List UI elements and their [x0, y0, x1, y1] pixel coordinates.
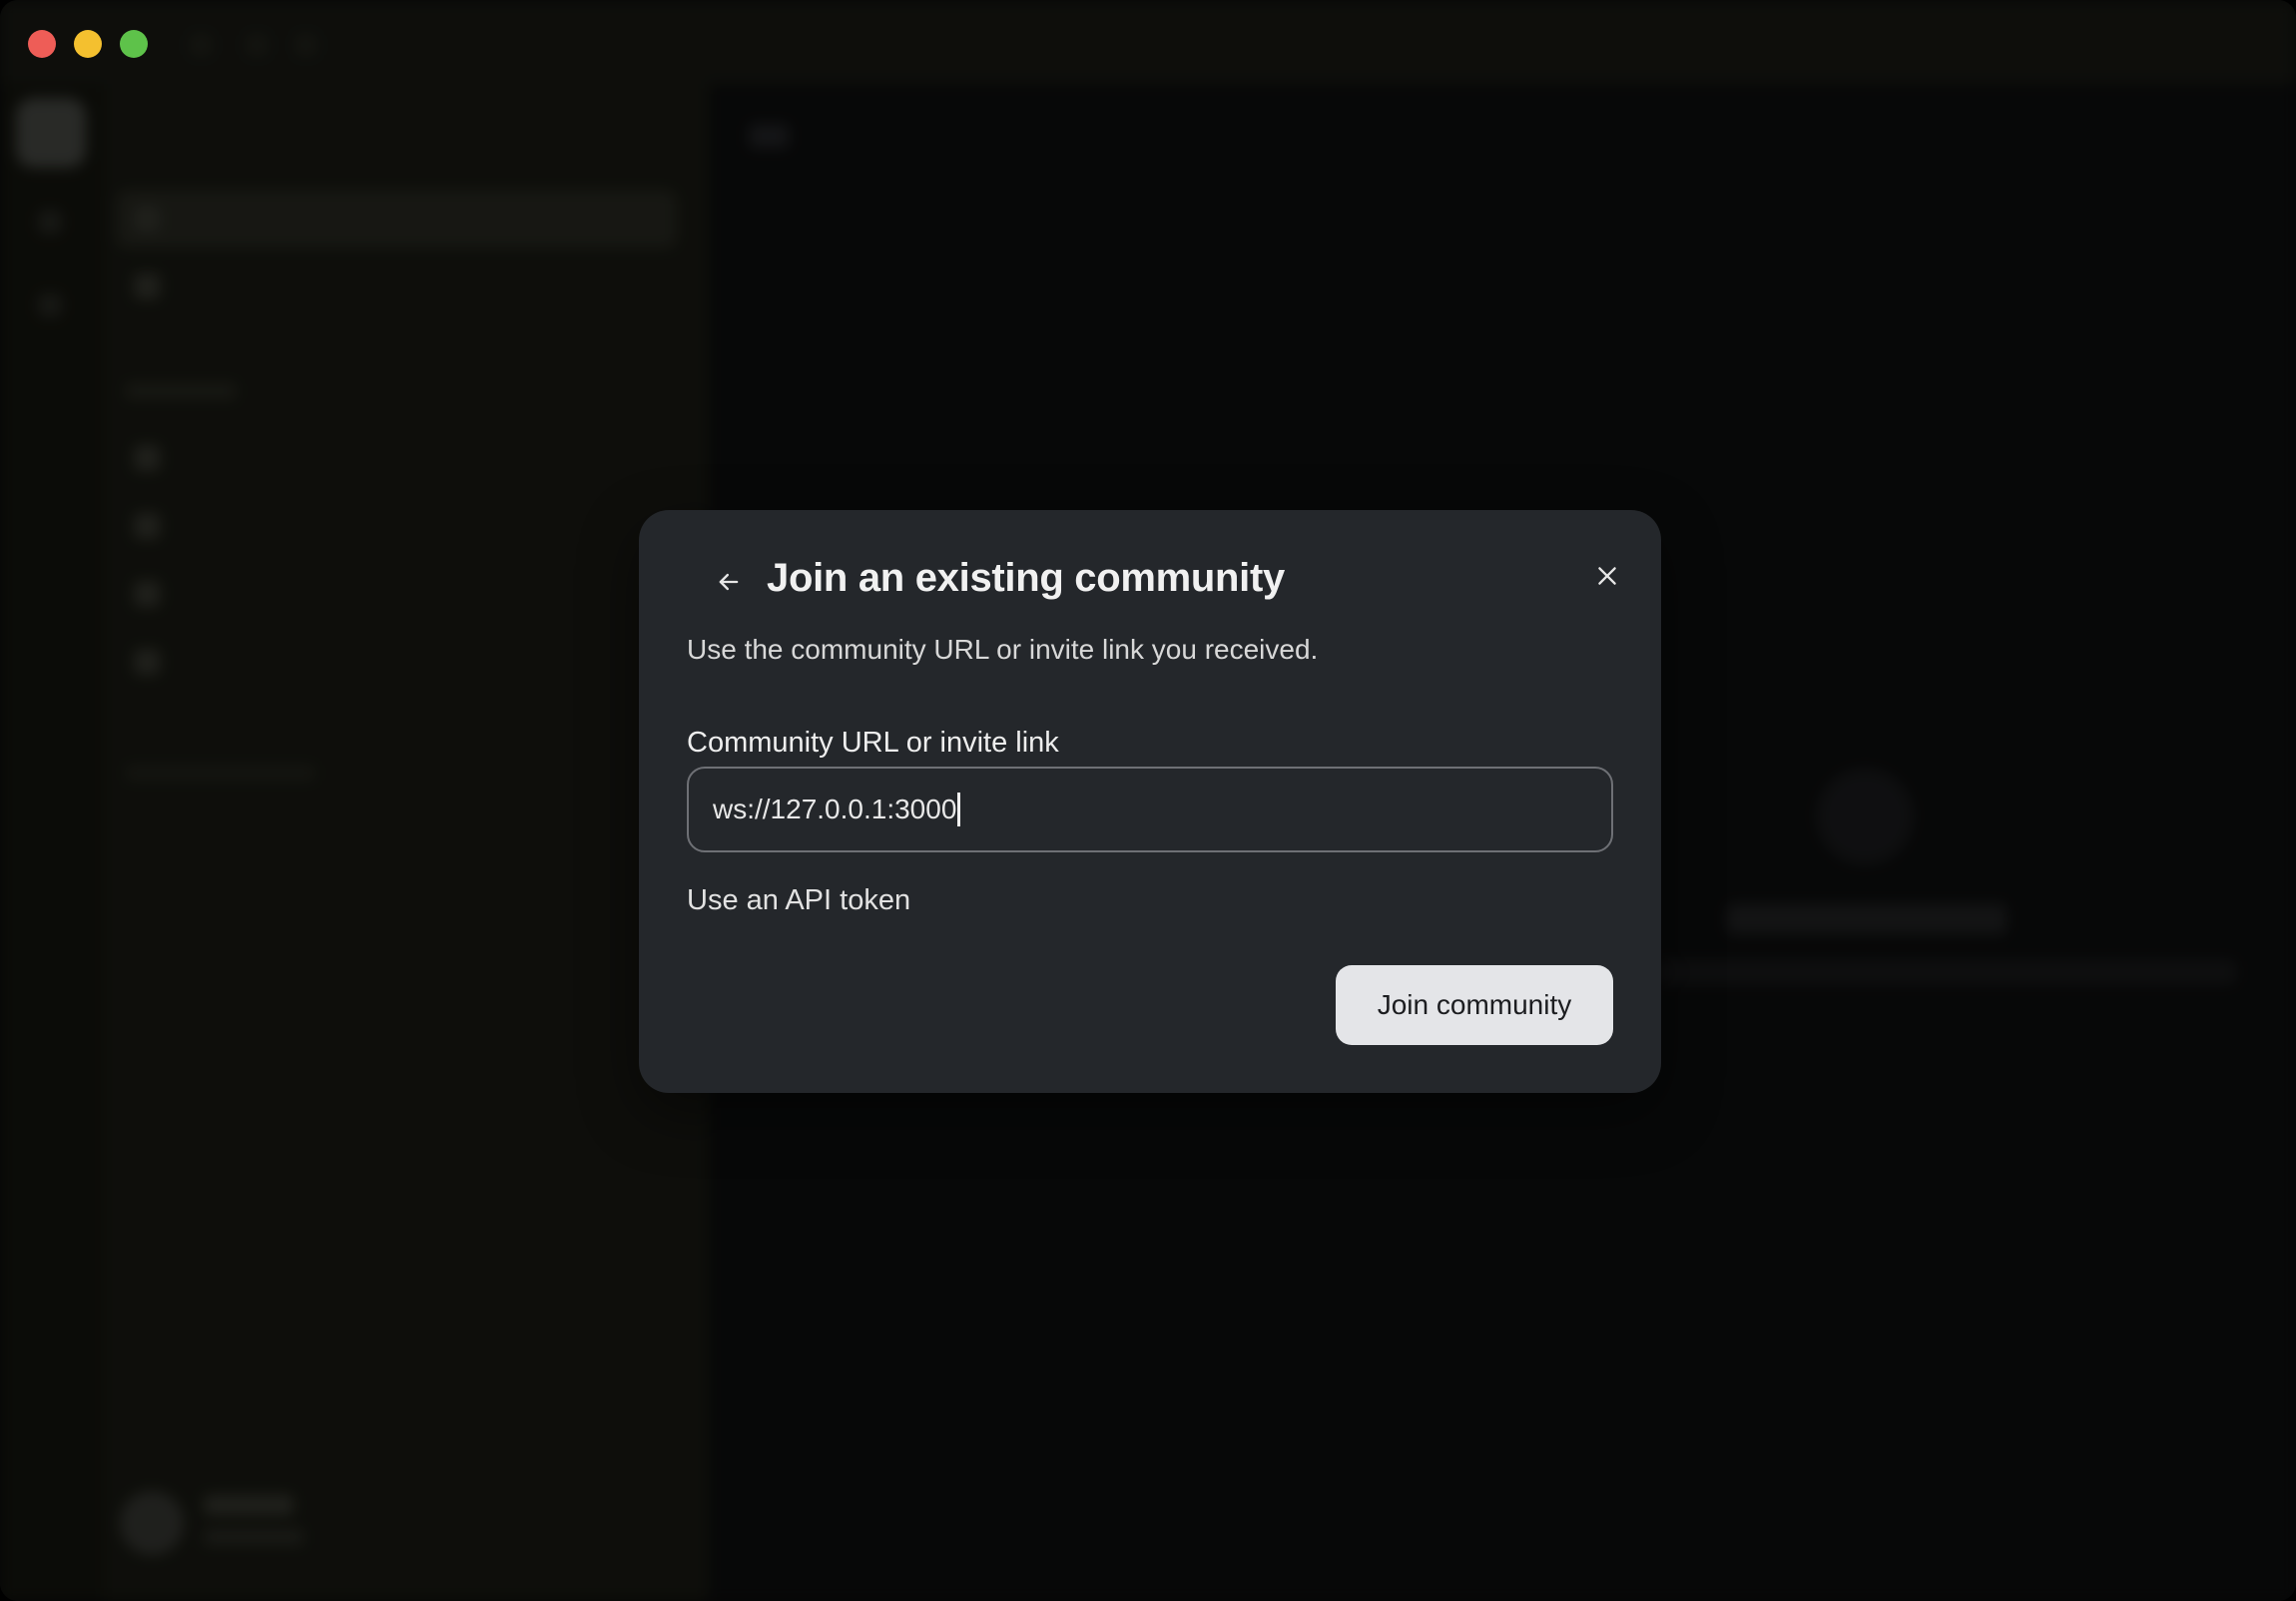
window-minimize-button[interactable]	[74, 30, 102, 58]
close-icon	[1598, 567, 1616, 585]
app-window: Join an existing community Use the commu…	[0, 0, 2296, 1601]
window-zoom-button[interactable]	[120, 30, 148, 58]
community-url-input[interactable]: ws://127.0.0.1:3000	[687, 767, 1613, 852]
text-caret	[957, 793, 961, 826]
dialog-subtitle: Use the community URL or invite link you…	[687, 634, 1319, 665]
back-button[interactable]	[701, 554, 757, 610]
join-community-button[interactable]: Join community	[1336, 965, 1613, 1045]
community-url-label: Community URL or invite link	[687, 727, 1059, 759]
community-url-value: ws://127.0.0.1:3000	[713, 794, 957, 824]
dialog-title: Join an existing community	[767, 556, 1285, 600]
window-close-button[interactable]	[28, 30, 56, 58]
arrow-left-icon	[719, 573, 739, 591]
use-api-token-link[interactable]: Use an API token	[687, 884, 910, 917]
close-button[interactable]	[1579, 548, 1635, 604]
join-community-dialog: Join an existing community Use the commu…	[639, 510, 1661, 1093]
